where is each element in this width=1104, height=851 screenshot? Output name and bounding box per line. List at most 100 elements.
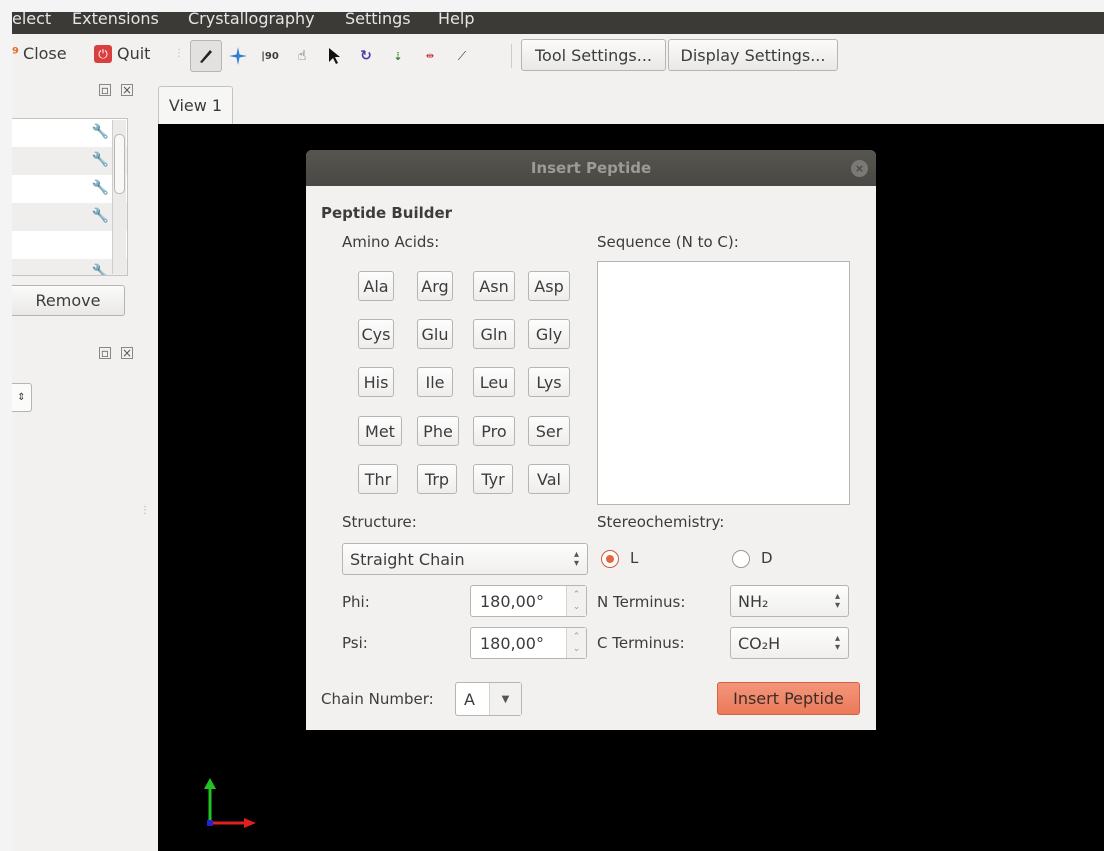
list-item[interactable]: 🔧 xyxy=(12,203,127,231)
close-action[interactable]: ⁹ Close xyxy=(12,44,67,63)
window-top-edge xyxy=(0,0,1104,12)
amino-acid-button[interactable]: Lys xyxy=(528,367,570,397)
list-item[interactable]: 🔧 xyxy=(12,259,127,275)
amino-acid-button[interactable]: Tyr xyxy=(473,464,513,494)
wrench-icon[interactable]: 🔧 xyxy=(92,208,109,224)
n-terminus-label: N Terminus: xyxy=(597,593,686,611)
chain-number-value: A xyxy=(464,690,475,709)
chain-number-select[interactable]: A ▼ xyxy=(455,682,522,716)
insert-peptide-dialog: Insert Peptide × Peptide Builder Amino A… xyxy=(306,150,876,730)
structure-select[interactable]: Straight Chain ▴ ▾ xyxy=(342,543,588,575)
select-arrow-icon[interactable] xyxy=(322,44,346,68)
list-item[interactable]: 🔧 xyxy=(12,147,127,175)
list-scrollbar[interactable] xyxy=(112,120,126,274)
amino-acid-button[interactable]: Thr xyxy=(358,464,398,494)
dialog-close-icon[interactable]: × xyxy=(851,160,868,177)
amino-acid-button[interactable]: Asp xyxy=(528,271,570,301)
insert-peptide-button[interactable]: Insert Peptide xyxy=(717,682,860,715)
chevron-down-icon[interactable]: ▼ xyxy=(489,683,521,715)
wrench-icon[interactable]: 🔧 xyxy=(92,152,109,168)
amino-acid-button[interactable]: Gln xyxy=(473,319,515,349)
c-terminus-value: CO₂H xyxy=(738,633,781,653)
psi-value: 180,00° xyxy=(480,633,544,653)
draw-pen-icon[interactable] xyxy=(190,40,222,72)
wrench-icon[interactable]: 🔧 xyxy=(92,124,109,140)
measure-icon[interactable]: |90 xyxy=(258,44,282,68)
sequence-label: Sequence (N to C): xyxy=(597,233,739,251)
scrollbar-thumb[interactable] xyxy=(114,134,125,194)
dock-close-icon[interactable]: × xyxy=(121,84,133,96)
quit-label: Quit xyxy=(117,44,151,63)
amino-acid-button[interactable]: Phe xyxy=(417,416,459,446)
psi-label: Psi: xyxy=(342,634,368,652)
list-item[interactable] xyxy=(12,231,127,259)
dock-float-icon[interactable]: ▫ xyxy=(99,347,111,359)
list-item[interactable]: 🔧 xyxy=(12,119,127,147)
menu-crystallography[interactable]: Crystallography xyxy=(188,12,315,28)
amino-acid-button[interactable]: Cys xyxy=(358,319,394,349)
power-icon: ⏻ xyxy=(94,44,112,63)
menubar: elect Extensions Crystallography Setting… xyxy=(12,12,1104,34)
amino-acid-button[interactable]: Trp xyxy=(417,464,457,494)
amino-acid-button[interactable]: Gly xyxy=(528,319,570,349)
spin-arrows-icon[interactable]: ⌃ ⌄ xyxy=(566,628,586,658)
spin-arrows-icon[interactable]: ⌃ ⌄ xyxy=(566,586,586,616)
amino-acid-button[interactable]: Met xyxy=(358,416,402,446)
amino-acid-button[interactable]: Arg xyxy=(417,271,453,301)
sequence-textarea[interactable] xyxy=(597,261,850,505)
dock-close-icon[interactable]: × xyxy=(121,347,133,359)
stereo-d-radio[interactable] xyxy=(732,550,750,568)
amino-acid-button[interactable]: Ser xyxy=(528,416,570,446)
updown-arrow-icon: ▴ ▾ xyxy=(573,549,579,569)
dialog-title: Insert Peptide xyxy=(306,150,876,186)
stereo-l-label: L xyxy=(630,549,639,567)
amino-acid-button[interactable]: Ile xyxy=(417,367,453,397)
amino-acid-button[interactable]: Val xyxy=(528,464,570,494)
splitter-handle[interactable]: ⋮ xyxy=(140,505,150,516)
amino-acid-button[interactable]: Ala xyxy=(358,271,394,301)
list-item[interactable]: 🔧 xyxy=(12,175,127,203)
amino-acid-button[interactable]: Glu xyxy=(417,319,453,349)
n-terminus-value: NH₂ xyxy=(738,591,769,611)
amino-acid-button[interactable]: Leu xyxy=(473,367,515,397)
amino-acid-button[interactable]: Asn xyxy=(473,271,515,301)
menu-extensions[interactable]: Extensions xyxy=(72,12,159,28)
stereo-l-radio[interactable] xyxy=(601,550,619,568)
n-terminus-select[interactable]: NH₂ ▴ ▾ xyxy=(730,585,849,617)
phi-value: 180,00° xyxy=(480,591,544,611)
align-icon[interactable]: ⇹ xyxy=(418,44,442,68)
tool-list: 🔧 🔧 🔧 🔧 🔧 xyxy=(12,118,128,276)
wrench-icon[interactable]: 🔧 xyxy=(92,180,109,196)
structure-label: Structure: xyxy=(342,513,417,531)
tool-settings-button[interactable]: Tool Settings... xyxy=(521,39,666,71)
panel-spinbox[interactable]: ⇕ xyxy=(12,383,32,412)
toolbar-separator xyxy=(511,44,512,68)
auto-rotate-icon[interactable]: ↻ xyxy=(354,44,378,68)
updown-arrow-icon: ▴ ▾ xyxy=(834,633,840,653)
chain-number-label: Chain Number: xyxy=(321,690,434,708)
manipulate-hand-icon[interactable]: ☝ xyxy=(290,44,314,68)
quit-action[interactable]: ⏻ Quit xyxy=(94,44,150,63)
psi-spinbox[interactable]: 180,00° ⌃ ⌄ xyxy=(470,627,587,659)
menu-help[interactable]: Help xyxy=(438,12,474,28)
axes-indicator-icon xyxy=(204,778,256,828)
wrench-icon[interactable]: 🔧 xyxy=(92,264,109,275)
amino-acid-button[interactable]: His xyxy=(358,367,394,397)
close-label: Close xyxy=(23,44,67,63)
remove-button[interactable]: Remove xyxy=(12,285,125,316)
amino-acids-label: Amino Acids: xyxy=(342,233,440,251)
bond-centric-icon[interactable]: ⇣ xyxy=(386,44,410,68)
display-settings-button[interactable]: Display Settings... xyxy=(668,39,838,71)
window-left-edge xyxy=(0,0,12,851)
menu-settings[interactable]: Settings xyxy=(345,12,411,28)
menu-select[interactable]: elect xyxy=(12,12,51,28)
dock-float-icon[interactable]: ▫ xyxy=(99,84,111,96)
navigate-icon[interactable] xyxy=(226,44,250,68)
phi-spinbox[interactable]: 180,00° ⌃ ⌄ xyxy=(470,585,587,617)
symmetry-icon[interactable]: ⟋ xyxy=(450,44,474,68)
amino-acid-button[interactable]: Pro xyxy=(473,416,515,446)
tab-view-1[interactable]: View 1 xyxy=(158,86,233,124)
structure-value: Straight Chain xyxy=(350,549,465,569)
c-terminus-select[interactable]: CO₂H ▴ ▾ xyxy=(730,627,849,659)
phi-label: Phi: xyxy=(342,593,370,611)
